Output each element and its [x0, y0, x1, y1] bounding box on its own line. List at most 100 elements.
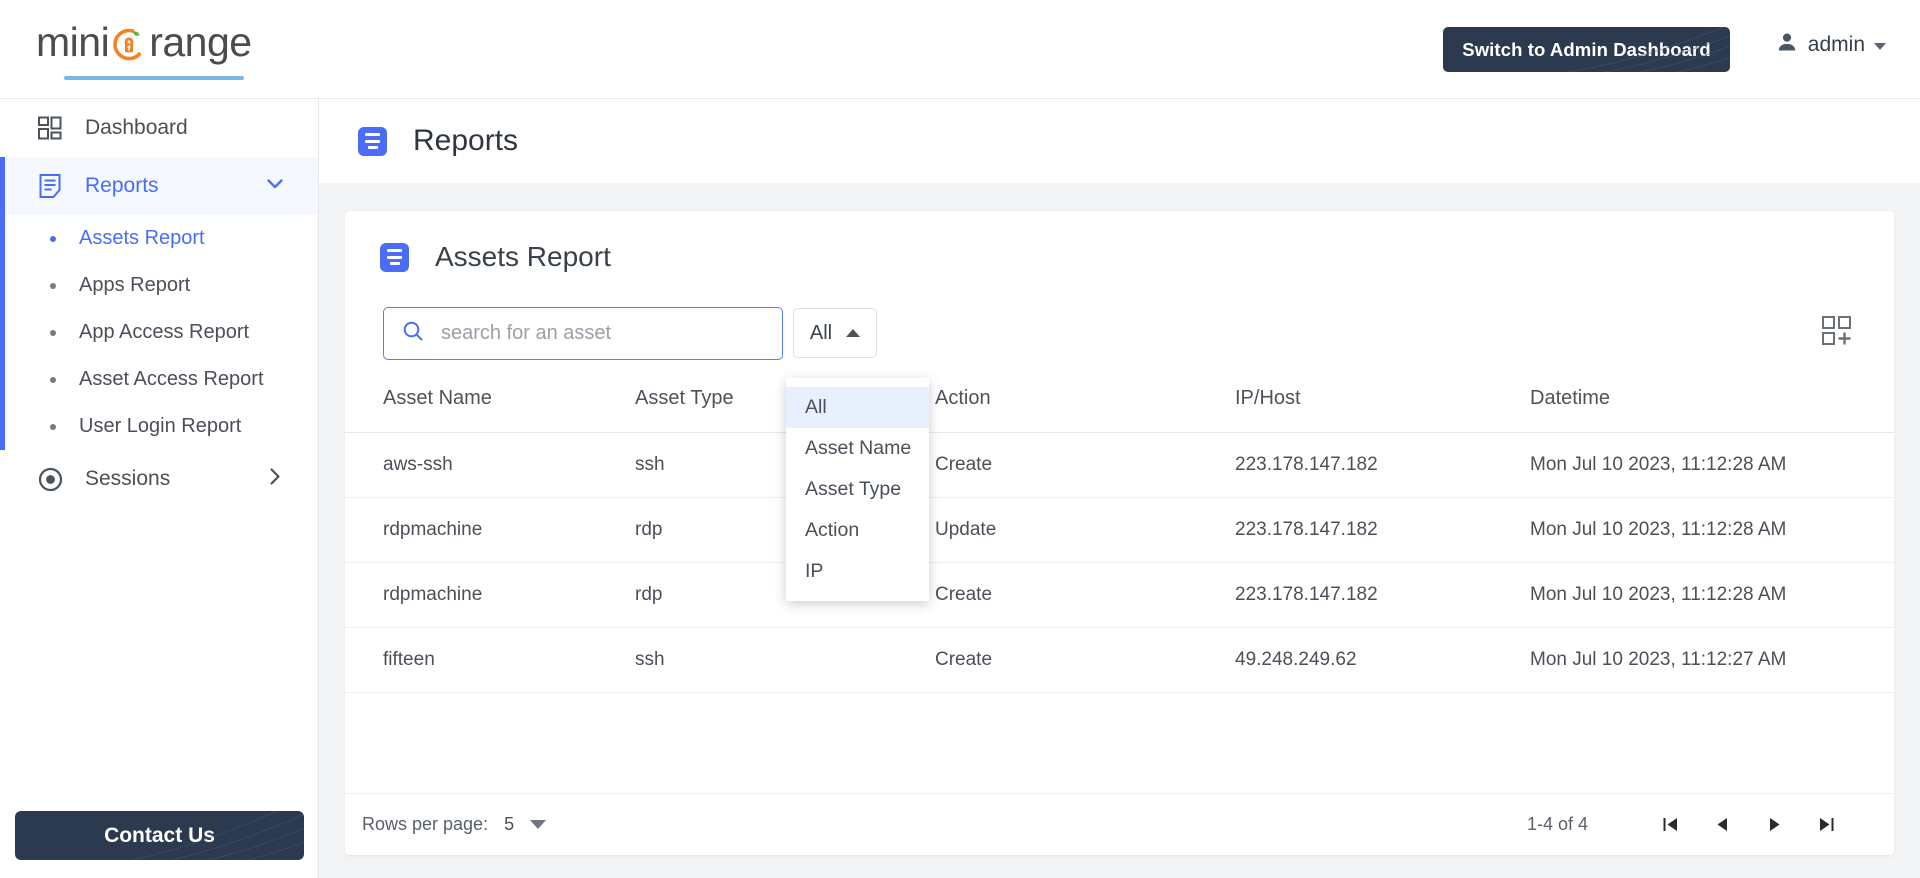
table-row[interactable]: rdpmachine rdp Create 223.178.147.182 Mo… [345, 562, 1894, 628]
document-lines-icon [358, 126, 387, 156]
table-toolbar: All [383, 306, 1894, 360]
person-icon [1775, 30, 1799, 59]
filter-type-dropdown-menu[interactable]: All Asset Name Asset Type Action IP [786, 378, 929, 601]
cell-asset-name: rdpmachine [345, 497, 635, 563]
cell-ip-host: 49.248.249.62 [1235, 627, 1530, 693]
sidebar-item-user-login-report[interactable]: User Login Report [0, 403, 318, 450]
dropdown-option-all[interactable]: All [786, 387, 929, 428]
grid-dashboard-icon [35, 115, 65, 141]
sidebar-item-label: Dashboard [85, 116, 188, 139]
sidebar-item-asset-access-report[interactable]: Asset Access Report [0, 356, 318, 403]
page-header: Reports [319, 99, 1920, 183]
sidebar-reports-subitems: Assets Report Apps Report App Access Rep… [0, 215, 318, 450]
bullet-icon [50, 282, 56, 289]
sidebar-item-reports[interactable]: Reports [0, 157, 318, 215]
chevron-down-icon [264, 173, 286, 200]
dropdown-option-action[interactable]: Action [786, 510, 929, 551]
previous-page-icon[interactable] [1696, 805, 1748, 845]
sidebar: Dashboard Reports Assets Report Apps Rep… [0, 99, 319, 878]
sidebar-item-dashboard[interactable]: Dashboard [0, 99, 318, 157]
search-icon [402, 320, 424, 347]
sidebar-item-app-access-report[interactable]: App Access Report [0, 309, 318, 356]
bullet-icon [50, 235, 56, 242]
contact-us-button[interactable]: Contact Us [15, 811, 304, 860]
table-footer: Rows per page: 5 1-4 of 4 [345, 793, 1894, 855]
chevron-up-icon [846, 329, 861, 337]
main-content: Reports Assets Report search for an asse… [319, 99, 1920, 878]
cell-ip-host: 223.178.147.182 [1235, 432, 1530, 498]
next-page-icon[interactable] [1748, 805, 1800, 845]
pagination-controls: 1-4 of 4 [1527, 805, 1852, 845]
sidebar-item-apps-report[interactable]: Apps Report [0, 262, 318, 309]
dropdown-option-label: Asset Type [805, 478, 902, 500]
table-header-row: Asset Name Asset Type Action IP/Host Dat… [345, 375, 1894, 433]
filter-type-dropdown-button[interactable]: All [793, 308, 877, 358]
last-page-icon[interactable] [1800, 805, 1852, 845]
cell-action: Update [935, 497, 1235, 563]
column-header-asset-name[interactable]: Asset Name [345, 375, 635, 433]
switch-to-admin-dashboard-label: Switch to Admin Dashboard [1462, 38, 1711, 60]
table-row[interactable]: aws-ssh ssh Create 223.178.147.182 Mon J… [345, 432, 1894, 498]
bullet-icon [50, 423, 56, 430]
filter-type-label: All [809, 321, 833, 344]
rows-per-page-control[interactable]: Rows per page: 5 [362, 814, 547, 835]
add-column-grid-icon[interactable] [1820, 314, 1854, 348]
top-bar: mini range Switch to Admin Dashboard adm… [0, 0, 1920, 99]
first-page-icon[interactable] [1644, 805, 1696, 845]
chevron-right-icon [264, 466, 286, 493]
sidebar-subitem-label: User Login Report [79, 415, 242, 437]
logo-text-suffix: range [149, 19, 252, 65]
sidebar-subitem-label: App Access Report [79, 321, 250, 343]
brand-logo[interactable]: mini range [36, 22, 268, 82]
record-circle-icon [35, 466, 65, 493]
cell-action: Create [935, 432, 1235, 498]
cell-ip-host: 223.178.147.182 [1235, 562, 1530, 628]
column-header-action[interactable]: Action [935, 375, 1235, 433]
sidebar-subitem-label: Assets Report [79, 227, 205, 249]
search-box[interactable] [383, 306, 783, 360]
dropdown-option-label: IP [805, 560, 824, 582]
switch-to-admin-dashboard-button[interactable]: Switch to Admin Dashboard [1443, 27, 1730, 72]
column-header-ip-host[interactable]: IP/Host [1235, 375, 1530, 433]
orange-lock-icon [110, 24, 148, 62]
cell-asset-name: aws-ssh [345, 432, 635, 498]
assets-report-card: Assets Report All [345, 211, 1894, 855]
dropdown-option-ip[interactable]: IP [786, 551, 929, 592]
sidebar-item-assets-report[interactable]: Assets Report [0, 215, 318, 262]
sidebar-subitem-label: Apps Report [79, 274, 191, 296]
bullet-icon [50, 376, 56, 383]
column-header-datetime[interactable]: Datetime [1530, 375, 1894, 433]
dropdown-option-label: Asset Name [805, 437, 912, 459]
document-lines-icon [380, 242, 409, 272]
bullet-icon [50, 329, 56, 336]
cell-asset-name: fifteen [345, 627, 635, 693]
dropdown-option-asset-name[interactable]: Asset Name [786, 428, 929, 469]
dropdown-option-label: All [805, 396, 827, 418]
card-header: Assets Report [345, 211, 1894, 273]
user-menu[interactable]: admin [1775, 30, 1886, 59]
cell-datetime: Mon Jul 10 2023, 11:12:28 AM [1530, 562, 1894, 628]
contact-us-label: Contact Us [104, 823, 215, 847]
cell-action: Create [935, 562, 1235, 628]
logo-text-prefix: mini [36, 19, 110, 65]
sidebar-item-label: Reports [85, 174, 159, 197]
search-input[interactable] [441, 321, 771, 345]
cell-datetime: Mon Jul 10 2023, 11:12:28 AM [1530, 497, 1894, 563]
table-row[interactable]: fifteen ssh Create 49.248.249.62 Mon Jul… [345, 627, 1894, 693]
user-name-label: admin [1807, 32, 1865, 56]
assets-report-table: Asset Name Asset Type Action IP/Host Dat… [345, 375, 1894, 693]
rows-per-page-label: Rows per page: [362, 814, 489, 834]
dropdown-option-asset-type[interactable]: Asset Type [786, 469, 929, 510]
cell-ip-host: 223.178.147.182 [1235, 497, 1530, 563]
rows-per-page-value: 5 [504, 814, 515, 834]
chevron-down-icon[interactable] [530, 820, 547, 829]
page-count-label: 1-4 of 4 [1526, 814, 1588, 834]
card-title: Assets Report [435, 241, 611, 272]
cell-datetime: Mon Jul 10 2023, 11:12:27 AM [1530, 627, 1894, 693]
dropdown-option-label: Action [805, 519, 860, 541]
logo-underline [64, 76, 244, 80]
page-body: Assets Report All [319, 183, 1920, 878]
table-row[interactable]: rdpmachine rdp Update 223.178.147.182 Mo… [345, 497, 1894, 563]
sidebar-item-sessions[interactable]: Sessions [0, 450, 318, 508]
cell-action: Create [935, 627, 1235, 693]
